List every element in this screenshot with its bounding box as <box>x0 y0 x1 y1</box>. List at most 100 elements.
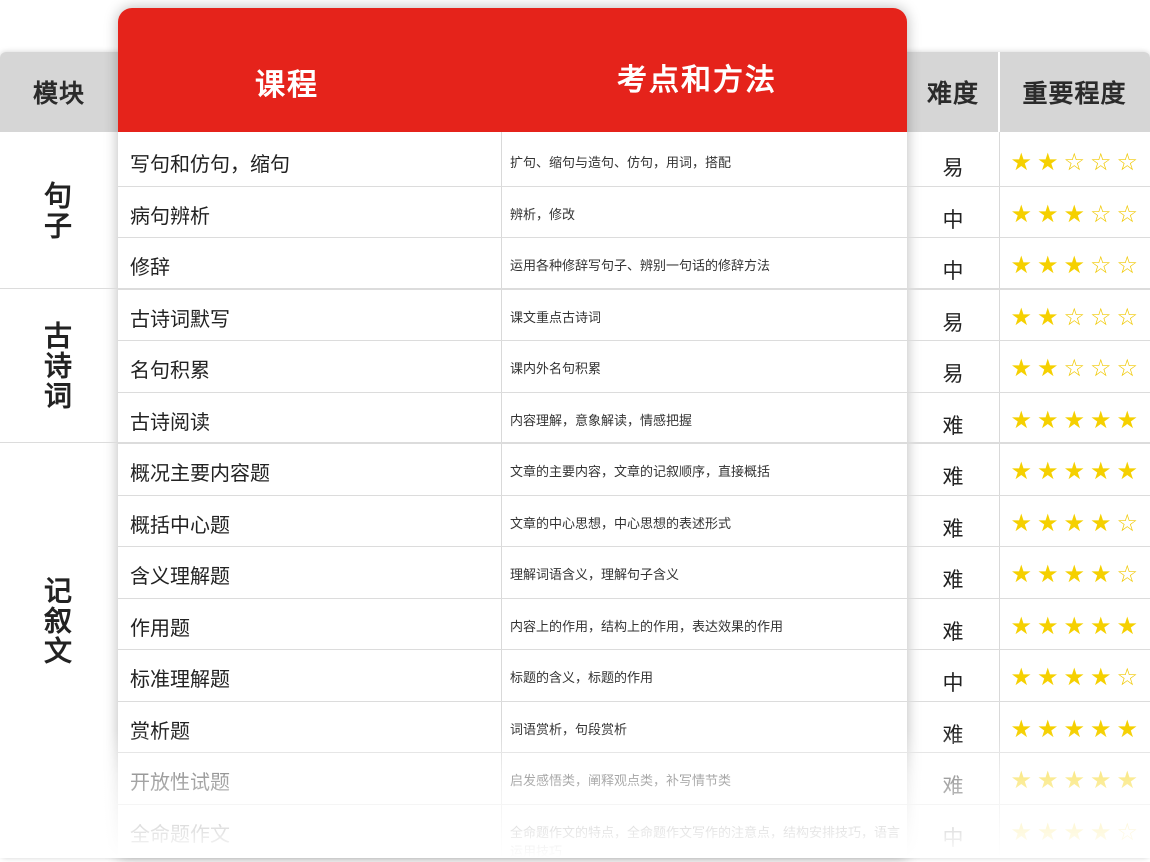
difficulty-cell: 中 <box>942 671 964 695</box>
star-filled-icon: ★ <box>1063 200 1085 228</box>
header-importance: 重要程度 <box>1022 79 1127 108</box>
module-cell: 记叙文 <box>0 443 112 798</box>
star-outline-icon: ☆ <box>1116 560 1138 588</box>
star-filled-icon: ★ <box>1010 303 1032 331</box>
star-filled-icon: ★ <box>1063 715 1085 743</box>
row-divider <box>118 649 1150 650</box>
course-cell: 概括中心题 <box>130 513 230 537</box>
star-outline-icon: ☆ <box>1063 148 1085 176</box>
method-cell: 扩句、缩句与造句、仿句，用词，搭配 <box>510 156 732 171</box>
row-divider <box>118 804 1150 805</box>
course-cell: 病句辨析 <box>130 204 210 228</box>
difficulty-cell: 难 <box>942 723 964 747</box>
star-filled-icon: ★ <box>1063 818 1085 846</box>
importance-rating: ★ ★ ★ ★ ☆ <box>1008 665 1144 689</box>
header-difficulty: 难度 <box>926 79 979 108</box>
star-filled-icon: ★ <box>1116 766 1138 794</box>
star-filled-icon: ★ <box>1036 715 1059 743</box>
star-outline-icon: ☆ <box>1116 303 1138 331</box>
difficulty-cell: 易 <box>942 311 964 335</box>
star-filled-icon: ★ <box>1063 406 1085 434</box>
method-cell: 标题的含义，标题的作用 <box>510 671 654 686</box>
module-label: 句子 <box>40 181 73 241</box>
star-filled-icon: ★ <box>1063 457 1085 485</box>
star-filled-icon: ★ <box>1010 354 1032 382</box>
module-label: 古诗词 <box>40 320 73 411</box>
star-filled-icon: ★ <box>1036 560 1059 588</box>
star-filled-icon: ★ <box>1089 818 1112 846</box>
method-cell: 启发感悟类，阐释观点类，补写情节类 <box>510 774 732 789</box>
module-cell: 古诗词 <box>0 289 112 442</box>
row-divider <box>118 598 1150 599</box>
star-filled-icon: ★ <box>1036 148 1059 176</box>
star-outline-icon: ☆ <box>1089 354 1112 382</box>
difficulty-cell: 中 <box>942 259 964 283</box>
course-cell: 含义理解题 <box>130 564 230 588</box>
star-filled-icon: ★ <box>1036 612 1059 640</box>
star-filled-icon: ★ <box>1036 766 1059 794</box>
star-outline-icon: ☆ <box>1116 200 1138 228</box>
importance-rating: ★ ★ ☆ ☆ ☆ <box>1008 356 1144 380</box>
course-cell: 标准理解题 <box>130 667 230 691</box>
course-cell: 开放性试题 <box>130 770 230 794</box>
method-cell: 运用各种修辞写句子、辨别一句话的修辞方法 <box>510 259 771 274</box>
method-cell: 课文重点古诗词 <box>510 311 602 326</box>
header-module: 模块 <box>32 79 85 108</box>
row-divider <box>118 546 1150 547</box>
difficulty-cell: 易 <box>942 362 964 386</box>
course-cell: 概况主要内容题 <box>130 461 270 485</box>
star-filled-icon: ★ <box>1010 715 1032 743</box>
difficulty-cell: 难 <box>942 414 964 438</box>
star-filled-icon: ★ <box>1036 509 1059 537</box>
course-cell: 修辞 <box>130 255 170 279</box>
importance-rating: ★ ★ ★ ★ ★ <box>1008 614 1144 638</box>
star-filled-icon: ★ <box>1089 509 1112 537</box>
star-filled-icon: ★ <box>1010 509 1032 537</box>
row-divider <box>118 495 1150 496</box>
row-divider <box>118 289 1150 290</box>
star-filled-icon: ★ <box>1010 251 1032 279</box>
star-filled-icon: ★ <box>1116 715 1138 743</box>
star-filled-icon: ★ <box>1036 251 1059 279</box>
difficulty-cell: 中 <box>942 208 964 232</box>
star-filled-icon: ★ <box>1036 663 1059 691</box>
star-filled-icon: ★ <box>1089 457 1112 485</box>
difficulty-cell: 难 <box>942 465 964 489</box>
star-filled-icon: ★ <box>1089 766 1112 794</box>
module-label: 记叙文 <box>40 575 73 666</box>
star-outline-icon: ☆ <box>1089 200 1112 228</box>
star-filled-icon: ★ <box>1010 457 1032 485</box>
header-course: 课程 <box>255 68 319 103</box>
star-filled-icon: ★ <box>1089 715 1112 743</box>
importance-rating: ★ ★ ★ ☆ ☆ <box>1008 202 1144 226</box>
star-filled-icon: ★ <box>1063 766 1085 794</box>
course-cell: 名句积累 <box>130 358 210 382</box>
star-filled-icon: ★ <box>1036 457 1059 485</box>
header-method: 考点和方法 <box>617 63 777 98</box>
method-cell: 内容理解，意象解读，情感把握 <box>510 414 693 429</box>
importance-rating: ★ ★ ★ ★ ☆ <box>1008 562 1144 586</box>
importance-rating: ★ ★ ★ ☆ ☆ <box>1008 253 1144 277</box>
row-divider <box>118 186 1150 187</box>
star-outline-icon: ☆ <box>1116 509 1138 537</box>
course-cell: 作用题 <box>130 616 190 640</box>
star-outline-icon: ☆ <box>1116 148 1138 176</box>
star-filled-icon: ★ <box>1010 200 1032 228</box>
star-outline-icon: ☆ <box>1089 148 1112 176</box>
row-divider <box>118 340 1150 341</box>
importance-rating: ★ ★ ★ ★ ☆ <box>1008 511 1144 535</box>
star-filled-icon: ★ <box>1063 663 1085 691</box>
star-filled-icon: ★ <box>1116 612 1138 640</box>
row-divider <box>118 701 1150 702</box>
star-filled-icon: ★ <box>1063 251 1085 279</box>
course-cell: 赏析题 <box>130 719 190 743</box>
star-outline-icon: ☆ <box>1063 354 1085 382</box>
method-cell: 全命题作文的特点，全命题作文写作的注意点，结构安排技巧，语言运用技巧 <box>510 826 901 860</box>
row-divider <box>118 392 1150 393</box>
star-filled-icon: ★ <box>1036 200 1059 228</box>
star-outline-icon: ☆ <box>1063 303 1085 331</box>
star-outline-icon: ☆ <box>1116 663 1138 691</box>
star-filled-icon: ★ <box>1116 457 1138 485</box>
difficulty-cell: 易 <box>942 156 964 180</box>
star-filled-icon: ★ <box>1036 354 1059 382</box>
